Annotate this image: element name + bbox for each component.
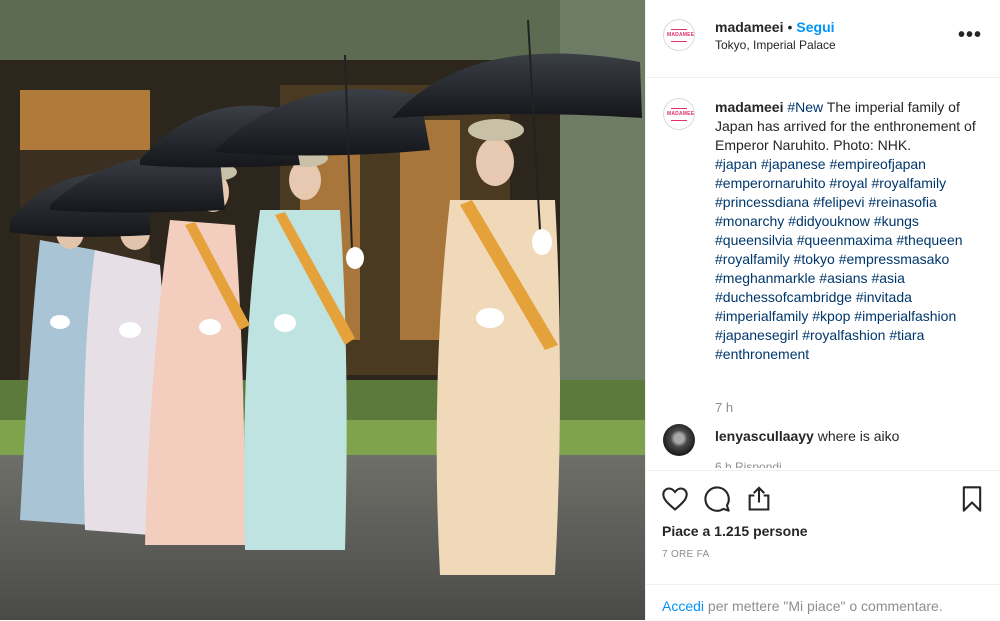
caption: madameei #New The imperial family of Jap… xyxy=(715,98,985,364)
post-photo-image xyxy=(0,0,645,620)
hashtag-link[interactable]: #invitada xyxy=(856,289,912,305)
hashtag-link[interactable]: #tokyo xyxy=(794,251,835,267)
hashtag-link[interactable]: #tiara xyxy=(889,327,924,343)
login-link[interactable]: Accedi xyxy=(662,598,704,614)
hashtag-link[interactable]: #monarchy xyxy=(715,213,784,229)
caption-time: 7 h xyxy=(715,400,734,415)
login-prompt: Accedi per mettere "Mi piace" o commenta… xyxy=(646,584,1000,621)
author-username[interactable]: madameei xyxy=(715,19,783,35)
hashtag-link[interactable]: #empireofjapan xyxy=(829,156,926,172)
likes-count[interactable]: Piace a 1.215 persone xyxy=(662,523,808,539)
hashtag-link[interactable]: #duchessofcambridge xyxy=(715,289,852,305)
hashtag-link[interactable]: #didyouknow xyxy=(788,213,870,229)
hashtag-link[interactable]: #japan xyxy=(715,156,757,172)
hashtag-link[interactable]: #queensilvia xyxy=(715,232,793,248)
post-actions: Piace a 1.215 persone 7 ORE FA Accedi pe… xyxy=(646,470,1000,620)
hashtag-link[interactable]: #kpop xyxy=(812,308,850,324)
post-time[interactable]: 7 ORE FA xyxy=(662,549,709,560)
commenter-username[interactable]: lenyascullaayy xyxy=(715,428,814,444)
avatar-logo: MADAMEEI xyxy=(667,32,695,38)
avatar-logo-line xyxy=(671,41,687,42)
avatar-logo-line xyxy=(671,108,687,109)
hashtag-link[interactable]: #princessdiana xyxy=(715,194,809,210)
caption-username[interactable]: madameei xyxy=(715,99,783,115)
hashtag-link[interactable]: #royalfamily xyxy=(715,251,790,267)
hashtag-link[interactable]: #japanese xyxy=(761,156,826,172)
share-icon[interactable] xyxy=(745,485,773,513)
comment: lenyascullaayy where is aiko xyxy=(715,428,899,444)
login-prompt-text: per mettere "Mi piace" o commentare. xyxy=(704,598,943,614)
hashtag-link[interactable]: #meghanmarkle xyxy=(715,270,815,286)
comments-section[interactable]: MADAMEEI madameei #New The imperial fami… xyxy=(646,78,1000,470)
avatar-logo-line xyxy=(671,120,687,121)
post-panel: MADAMEEI madameei • Segui Tokyo, Imperial … xyxy=(645,0,1000,620)
post-photo[interactable] xyxy=(0,0,645,620)
hashtag-link[interactable]: #imperialfashion xyxy=(854,308,956,324)
bookmark-icon[interactable] xyxy=(958,485,986,513)
hashtag-link[interactable]: #enthronement xyxy=(715,346,809,362)
hashtag-link[interactable]: #royal xyxy=(829,175,867,191)
author-avatar[interactable]: MADAMEEI xyxy=(663,19,695,51)
hashtag-link[interactable]: #empressmasako xyxy=(839,251,950,267)
hashtag-link[interactable]: #thequeen xyxy=(896,232,962,248)
hashtag-link[interactable]: #reinasofia xyxy=(868,194,937,210)
more-options-icon[interactable]: ••• xyxy=(958,24,982,47)
post-location[interactable]: Tokyo, Imperial Palace xyxy=(715,38,836,52)
comment-text: where is aiko xyxy=(817,428,900,444)
hashtag-link[interactable]: #asians xyxy=(819,270,867,286)
header-separator: • xyxy=(787,19,793,35)
hashtag-link[interactable]: #kungs xyxy=(874,213,919,229)
hashtag-link[interactable]: #emperornaruhito xyxy=(715,175,826,191)
hashtag-link[interactable]: #felipevi xyxy=(813,194,864,210)
hashtag-link[interactable]: #New xyxy=(787,99,823,115)
post-header: MADAMEEI madameei • Segui Tokyo, Imperial … xyxy=(646,0,1000,78)
avatar-logo: MADAMEEI xyxy=(667,111,695,117)
comment-meta: 6 h Rispondi xyxy=(715,460,782,468)
comment-icon[interactable] xyxy=(703,485,731,513)
avatar-logo-line xyxy=(671,29,687,30)
hashtag-link[interactable]: #imperialfamily xyxy=(715,308,808,324)
caption-avatar[interactable]: MADAMEEI xyxy=(663,98,695,130)
hashtag-link[interactable]: #royalfashion xyxy=(802,327,885,343)
commenter-avatar[interactable] xyxy=(663,424,695,456)
hashtag-link[interactable]: #asia xyxy=(871,270,904,286)
hashtag-link[interactable]: #japanesegirl xyxy=(715,327,798,343)
author-line: madameei • Segui xyxy=(715,19,835,37)
follow-button[interactable]: Segui xyxy=(796,19,834,35)
hashtag-link[interactable]: #royalfamily xyxy=(871,175,946,191)
heart-icon[interactable] xyxy=(661,485,689,513)
hashtag-list: #japan #japanese #empireofjapan #emperor… xyxy=(715,155,985,364)
hashtag-link[interactable]: #queenmaxima xyxy=(797,232,893,248)
